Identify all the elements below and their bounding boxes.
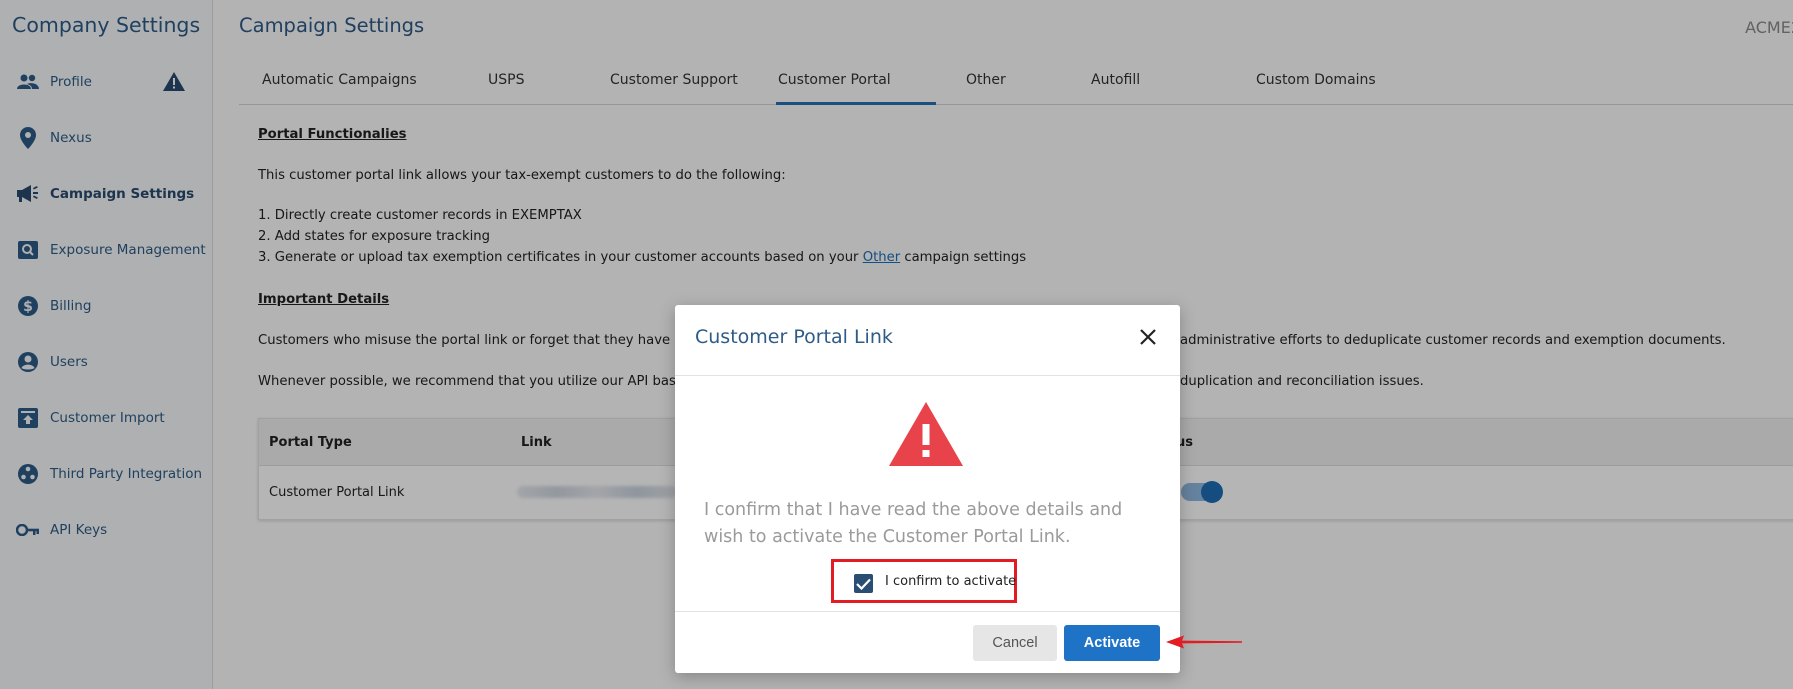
activate-button[interactable]: Activate <box>1064 625 1160 661</box>
divider <box>675 611 1180 612</box>
confirm-checkbox-highlight: I confirm to activate <box>831 559 1017 603</box>
confirm-checkbox[interactable] <box>854 574 873 593</box>
divider <box>675 375 1180 376</box>
annotation-arrow-icon <box>1166 634 1242 653</box>
warning-triangle-icon <box>889 402 963 470</box>
customer-portal-modal: Customer Portal Link I confirm that I ha… <box>675 305 1180 673</box>
confirm-checkbox-label[interactable]: I confirm to activate <box>885 574 1016 589</box>
modal-title: Customer Portal Link <box>695 326 893 348</box>
close-icon[interactable] <box>1138 327 1158 347</box>
cancel-button[interactable]: Cancel <box>973 625 1057 661</box>
confirmation-message: I confirm that I have read the above det… <box>704 500 1123 547</box>
